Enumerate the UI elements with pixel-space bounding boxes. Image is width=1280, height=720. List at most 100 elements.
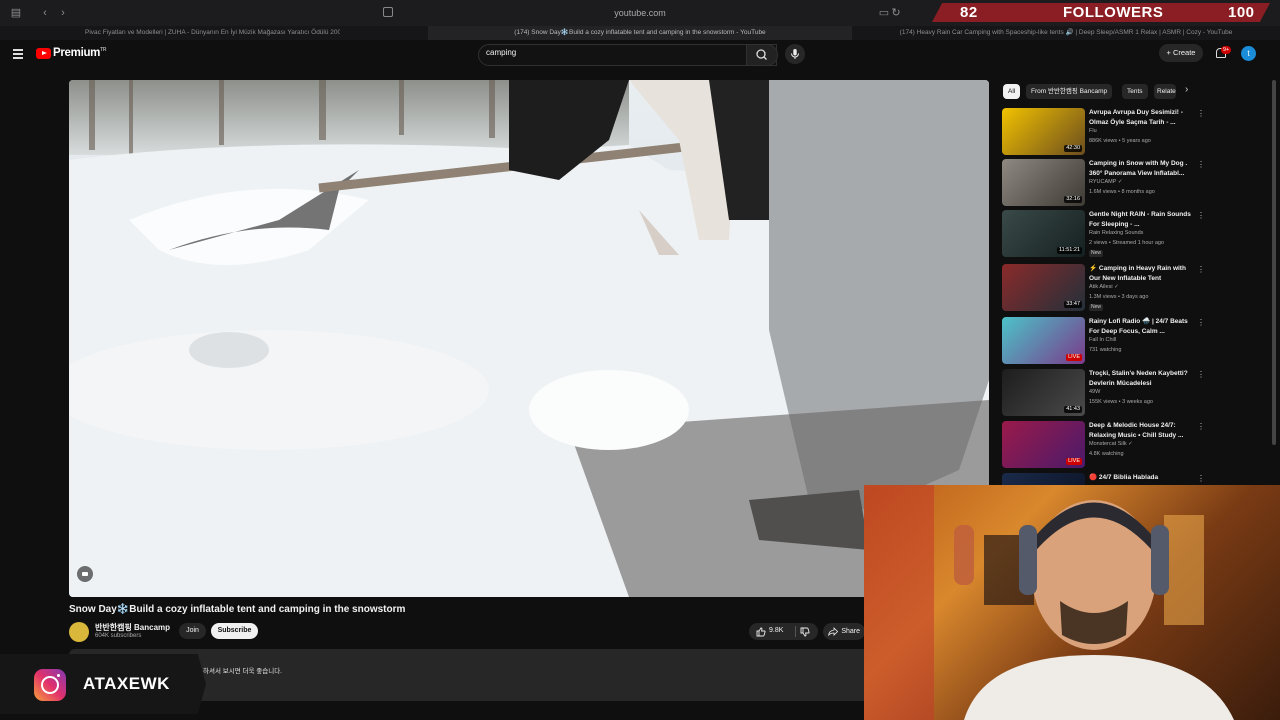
chip-tents[interactable]: Tents (1122, 84, 1148, 99)
share-button[interactable]: Share (823, 623, 865, 640)
recommendation-channel[interactable]: RYUCAMP ✓ (1089, 179, 1122, 185)
duration-badge: 33:47 (1064, 301, 1082, 308)
recommendation-title[interactable]: Gentle Night RAIN - Rain Sounds For Slee… (1089, 210, 1199, 229)
back-icon[interactable]: ‹ (38, 6, 52, 20)
recommendation-meta: 886K views • 5 years ago (1089, 138, 1151, 144)
duration-badge: 41:43 (1064, 406, 1082, 413)
recommendation-thumbnail[interactable]: LIVE (1002, 317, 1085, 364)
recommendation-title[interactable]: Camping in Snow with My Dog . 360° Panor… (1089, 159, 1199, 178)
recommendation-title[interactable]: Deep & Melodic House 24/7: Relaxing Musi… (1089, 421, 1199, 440)
more-options-icon[interactable]: ⋮ (1197, 474, 1202, 483)
thumbs-down-icon[interactable] (800, 627, 810, 637)
more-options-icon[interactable]: ⋮ (1197, 211, 1205, 220)
browser-tab-active[interactable]: (174) Snow Day❄️Build a cozy inflatable … (428, 26, 852, 40)
search-query[interactable]: camping (486, 48, 516, 57)
recommendation-item[interactable]: 42:30 Avrupa Avrupa Duy Sesimizi! - Olmaz… (1002, 108, 1205, 156)
recommendation-channel[interactable]: Flu (1089, 128, 1097, 134)
recommendation-title[interactable]: ⚡ Camping in Heavy Rain with Our New Inf… (1089, 264, 1199, 283)
recommendation-meta: 155K views • 3 weeks ago (1089, 399, 1153, 405)
recommendation-thumbnail[interactable]: 11:51:21 (1002, 210, 1085, 257)
reload-icon[interactable]: ↻ (889, 6, 903, 20)
recommendation-item[interactable]: 32:16 Camping in Snow with My Dog . 360° … (1002, 159, 1205, 207)
recommendation-title[interactable]: Troçki, Stalin'e Neden Kaybetti? Devleri… (1089, 369, 1199, 388)
search-icon (756, 49, 767, 60)
recommendation-item[interactable]: LIVE Deep & Melodic House 24/7: Relaxing … (1002, 421, 1205, 469)
premium-logo-text[interactable]: PremiumTR (53, 47, 107, 59)
duration-badge: 11:51:21 (1056, 247, 1082, 254)
subscriber-count: 604K subscribers (95, 633, 142, 639)
thumbs-up-icon[interactable] (756, 627, 766, 637)
recommendation-title[interactable]: Avrupa Avrupa Duy Sesimizi! - Olmaz Öyle… (1089, 108, 1199, 127)
more-options-icon[interactable]: ⋮ (1197, 318, 1205, 327)
tab-bar: Pivac Fiyatları ve Modelleri | ZUHA - Dü… (0, 26, 1280, 40)
recommendation-thumbnail[interactable] (1002, 473, 1085, 485)
chip-from-channel[interactable]: From 반반한캠핑 Bancamp (1026, 84, 1113, 99)
chip-all[interactable]: All (1003, 84, 1021, 99)
recommendation-thumbnail[interactable]: 41:43 (1002, 369, 1085, 416)
chevron-right-icon[interactable]: › (1185, 84, 1188, 95)
lock-icon[interactable] (77, 566, 93, 582)
video-title: Snow Day❄️Build a cozy inflatable tent a… (69, 604, 406, 615)
browser-tab[interactable]: (174) Heavy Rain Car Camping with Spaces… (860, 26, 1272, 40)
menu-icon[interactable] (13, 49, 23, 61)
create-button[interactable]: + Create (1159, 44, 1203, 62)
recommendation-item[interactable]: 🔴 24/7 Biblia Hablada ⋮ (1002, 473, 1202, 485)
more-options-icon[interactable]: ⋮ (1197, 109, 1205, 118)
voice-search-button[interactable] (785, 44, 805, 64)
chip-related[interactable]: Related (1154, 84, 1176, 99)
channel-name[interactable]: 반반한캠핑 Bancamp (95, 622, 170, 633)
recommendation-item[interactable]: 33:47 ⚡ Camping in Heavy Rain with Our Ne… (1002, 264, 1205, 312)
like-divider (795, 626, 796, 637)
recommendation-thumbnail[interactable]: 32:16 (1002, 159, 1085, 206)
account-avatar[interactable]: t (1241, 46, 1256, 61)
duration-badge: LIVE (1066, 354, 1082, 361)
channel-avatar[interactable] (69, 622, 89, 642)
video-frame-snow-scene (69, 80, 989, 597)
duration-badge: 42:30 (1064, 145, 1082, 152)
site-settings-icon[interactable] (383, 7, 393, 17)
recommendation-channel[interactable]: Monstercat Silk ✓ (1089, 441, 1133, 447)
recommendation-channel[interactable]: 49W (1089, 389, 1100, 395)
new-badge: New (1089, 250, 1104, 257)
youtube-logo-icon[interactable] (36, 48, 51, 59)
recommendation-thumbnail[interactable]: 42:30 (1002, 108, 1085, 155)
instagram-icon (34, 669, 66, 701)
recommendation-thumbnail[interactable]: 33:47 (1002, 264, 1085, 311)
search-input[interactable]: camping × (478, 44, 777, 66)
like-count[interactable]: 9.8K (769, 627, 783, 634)
followers-goal-banner: 82 FOLLOWERS 100 (932, 3, 1270, 22)
recommendation-item[interactable]: LIVE Rainy Lofi Radio 🌧️ | 24/7 Beats For… (1002, 317, 1205, 365)
more-options-icon[interactable]: ⋮ (1197, 422, 1205, 431)
subscribe-button[interactable]: Subscribe (211, 623, 258, 639)
recommendation-title[interactable]: 🔴 24/7 Biblia Hablada (1089, 473, 1199, 483)
video-player[interactable] (69, 80, 989, 597)
search-button[interactable] (746, 44, 778, 66)
followers-current: 82 (960, 4, 978, 21)
sidebar-toggle-icon[interactable]: ▤ (9, 6, 23, 20)
recommendation-channel[interactable]: Rain Relaxing Sounds (1089, 230, 1143, 236)
recommendation-item[interactable]: 11:51:21 Gentle Night RAIN - Rain Sounds … (1002, 210, 1205, 258)
webcam-overlay (864, 485, 1280, 720)
address-bar[interactable]: youtube.com (560, 6, 720, 20)
more-options-icon[interactable]: ⋮ (1197, 370, 1205, 379)
instagram-handle: ATAXEWK (83, 674, 170, 693)
description-text: 하셔서 보시면 더욱 좋습니다. (203, 668, 282, 675)
recommendation-item[interactable]: 41:43 Troçki, Stalin'e Neden Kaybetti? De… (1002, 369, 1205, 417)
microphone-icon (791, 49, 799, 59)
streamer-webcam-image (864, 485, 1234, 720)
like-dislike-group: 9.8K (749, 623, 818, 640)
more-options-icon[interactable]: ⋮ (1197, 265, 1205, 274)
duration-badge: LIVE (1066, 458, 1082, 465)
recommendation-thumbnail[interactable]: LIVE (1002, 421, 1085, 468)
share-arrow-icon (828, 627, 838, 636)
recommendation-channel[interactable]: Atik Ailesi ✓ (1089, 284, 1119, 290)
duration-badge: 32:16 (1064, 196, 1082, 203)
recommendation-title[interactable]: Rainy Lofi Radio 🌧️ | 24/7 Beats For Dee… (1089, 317, 1199, 336)
browser-tab[interactable]: Pivac Fiyatları ve Modelleri | ZUHA - Dü… (85, 26, 340, 40)
join-button[interactable]: Join (179, 623, 206, 639)
scrollbar[interactable] (1272, 80, 1276, 445)
forward-icon[interactable]: › (56, 6, 70, 20)
recommendation-channel[interactable]: Fall In Chill (1089, 337, 1116, 343)
new-badge: New (1089, 304, 1104, 311)
more-options-icon[interactable]: ⋮ (1197, 160, 1205, 169)
